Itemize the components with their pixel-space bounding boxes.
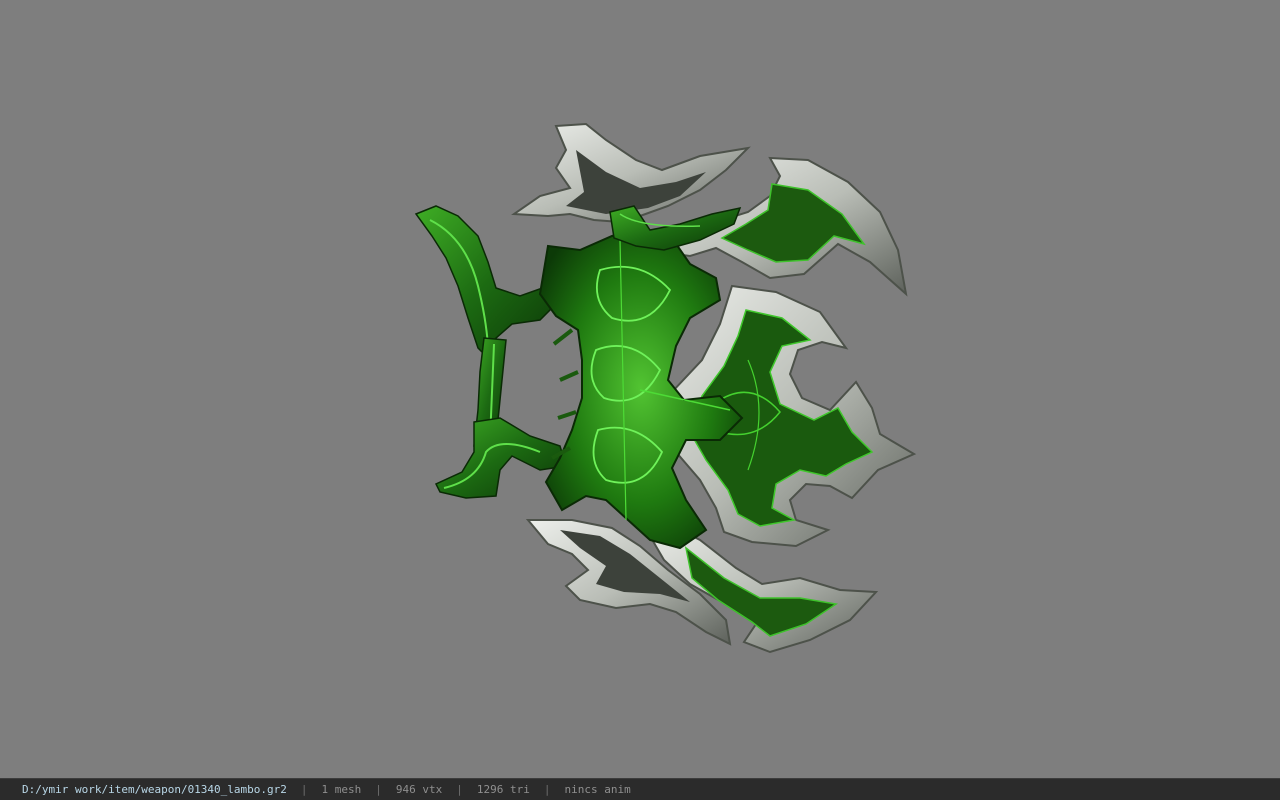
separator: | xyxy=(300,783,308,796)
file-path: D:/ymir work/item/weapon/01340_lambo.gr2 xyxy=(22,783,287,796)
separator: | xyxy=(375,783,382,796)
left-lower-arm xyxy=(434,417,567,499)
model-viewport[interactable] xyxy=(0,0,1280,778)
vertex-count: 946 vtx xyxy=(395,783,443,796)
left-upper-arm xyxy=(414,205,562,362)
animation-status: nincs anim xyxy=(564,783,631,796)
separator: | xyxy=(456,783,463,796)
separator: | xyxy=(543,783,551,796)
status-bar: D:/ymir work/item/weapon/01340_lambo.gr2… xyxy=(0,778,1280,800)
mesh-count: 1 mesh xyxy=(321,783,362,796)
weapon-model[interactable] xyxy=(0,0,1280,778)
triangle-count: 1296 tri xyxy=(476,783,530,796)
